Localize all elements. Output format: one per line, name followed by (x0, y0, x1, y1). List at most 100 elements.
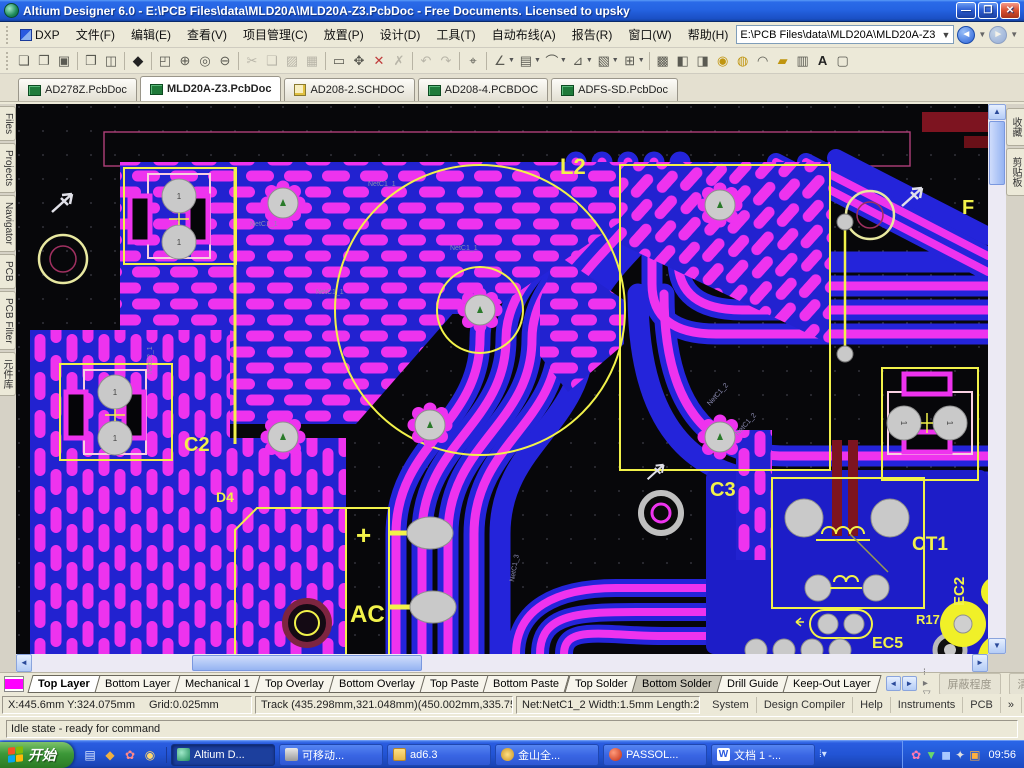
panel-tab-projects[interactable]: Projects (0, 143, 16, 193)
ring-pad[interactable] (641, 493, 681, 533)
forward-dropdown-icon[interactable]: ▼ (1010, 30, 1018, 39)
via-l2-center[interactable] (458, 288, 503, 333)
ct1-pad[interactable] (785, 499, 823, 537)
layer-tab-top-solder[interactable]: Top Solder (564, 675, 638, 693)
clear-mask-button[interactable]: 清除 (1009, 673, 1024, 695)
mounting-hole[interactable] (285, 601, 329, 645)
tray-green-icon[interactable]: ▼ (925, 748, 937, 762)
help-panels-button[interactable]: Help (853, 697, 891, 713)
save-document-button[interactable]: ▣ (54, 51, 74, 71)
dropdown-caret-icon[interactable]: ▼ (508, 57, 515, 64)
back-dropdown-icon[interactable]: ▼ (978, 30, 986, 39)
scroll-right-icon[interactable]: ► (972, 654, 988, 672)
connector-pad[interactable] (818, 614, 838, 634)
taskbar-app-altium[interactable]: Altium D... (171, 744, 275, 766)
zoom-window-button[interactable]: ◰ (155, 51, 175, 71)
layer-tab-drill-guide[interactable]: Drill Guide (716, 675, 789, 693)
undo-button[interactable]: ↶ (416, 51, 436, 71)
dropdown-caret-icon[interactable]: ▼ (534, 57, 541, 64)
clear-filter-button[interactable]: ✕ (369, 51, 389, 71)
tray-network-icon[interactable]: ◼ (941, 748, 951, 762)
maximize-button[interactable]: ❐ (978, 2, 998, 19)
layer-tab-keep-out[interactable]: Keep-Out Layer (783, 675, 882, 693)
dropdown-caret-icon[interactable]: ▼ (560, 57, 567, 64)
system-panels-button[interactable]: System (705, 697, 757, 713)
place-pad-button[interactable]: ◉ (713, 51, 733, 71)
panel-tab-favorites[interactable]: 收藏 (1006, 108, 1024, 146)
layer-tab-top-layer[interactable]: Top Layer (27, 675, 100, 693)
layer-scroll-right-icon[interactable]: ► (902, 676, 917, 691)
paste-recall-button[interactable]: ▧ (594, 51, 614, 71)
horizontal-scrollbar[interactable]: ◄ ► (16, 654, 988, 672)
dropdown-caret-icon[interactable]: ▼ (638, 57, 645, 64)
layer-tab-mechanical-1[interactable]: Mechanical 1 (175, 675, 261, 693)
taskbar-app-passol[interactable]: PASSOL... (603, 744, 707, 766)
quick-launch-media-icon[interactable]: ◆ (102, 747, 118, 763)
layer-sets-button[interactable]: ▤ (516, 51, 536, 71)
place-component-button[interactable]: ◧ (673, 51, 693, 71)
place-fill-button[interactable]: ▰ (773, 51, 793, 71)
copy-button[interactable]: ❑ (262, 51, 282, 71)
tray-volume-icon[interactable]: ✦ (955, 748, 965, 762)
grid-settings-button[interactable]: ⊞ (620, 51, 640, 71)
new-document-button[interactable]: ❏ (14, 51, 34, 71)
deselect-all-button[interactable]: ✗ (389, 51, 409, 71)
tray-av-icon[interactable]: ✿ (911, 748, 921, 762)
panel-tab-navigator[interactable]: Navigator (0, 195, 16, 252)
menu-edit[interactable]: 编辑(E) (123, 23, 179, 46)
pad[interactable] (837, 214, 853, 230)
interactive-routing-button[interactable]: ∠ (490, 51, 510, 71)
place-region-button[interactable]: ▢ (833, 51, 853, 71)
layer-tab-top-paste[interactable]: Top Paste (419, 675, 489, 693)
menu-file[interactable]: 文件(F) (68, 23, 123, 46)
panel-tab-clipboard[interactable]: 剪贴板 (1006, 148, 1024, 196)
doc-tab-ad208-2[interactable]: AD208-2.SCHDOC (284, 78, 414, 101)
layer-tab-bottom-layer[interactable]: Bottom Layer (94, 675, 181, 693)
address-combobox[interactable]: E:\PCB Files\data\MLD20A\MLD20A-Z3▼ (736, 25, 954, 44)
taskbar-app-word-document[interactable]: W文档 1 -... (711, 744, 815, 766)
chevron-down-icon[interactable]: ▼ (941, 30, 950, 40)
menu-dxp[interactable]: DXP (12, 25, 68, 45)
forward-button[interactable]: ► (989, 26, 1007, 44)
more-panels-button[interactable]: » (1001, 697, 1022, 713)
horizontal-scroll-thumb[interactable] (192, 655, 422, 671)
quick-launch-notes-icon[interactable]: ▤ (82, 747, 98, 763)
vertical-scrollbar[interactable]: ▲ ▼ (988, 104, 1006, 654)
close-button[interactable]: ✕ (1000, 2, 1020, 19)
menu-design[interactable]: 设计(D) (372, 23, 429, 46)
via[interactable] (261, 181, 306, 226)
oval-pad[interactable] (410, 591, 456, 623)
open-document-button[interactable]: ❐ (34, 51, 54, 71)
dropdown-caret-icon[interactable]: ▼ (612, 57, 619, 64)
paste-array-button[interactable]: ▦ (302, 51, 322, 71)
via[interactable] (408, 403, 453, 448)
ct1-pad[interactable] (805, 575, 831, 601)
via[interactable] (698, 415, 743, 460)
place-via-button[interactable]: ◍ (733, 51, 753, 71)
instruments-panels-button[interactable]: Instruments (891, 697, 963, 713)
menu-view[interactable]: 查看(V) (179, 23, 235, 46)
device-view-button[interactable]: ◆ (128, 51, 148, 71)
scroll-up-icon[interactable]: ▲ (988, 104, 1006, 120)
menu-help[interactable]: 帮助(H) (680, 23, 737, 46)
place-string-button[interactable]: A (813, 51, 833, 71)
place-part-button[interactable]: ◨ (693, 51, 713, 71)
scroll-track[interactable] (988, 186, 1006, 638)
measure-button[interactable]: ⊿ (568, 51, 588, 71)
pad[interactable] (837, 346, 853, 362)
doc-tab-mld20a-z3[interactable]: MLD20A-Z3.PcbDoc (140, 76, 282, 101)
menu-place[interactable]: 放置(P) (316, 23, 372, 46)
place-array-button[interactable]: ▥ (793, 51, 813, 71)
find-similar-button[interactable]: ⌖ (463, 51, 483, 71)
dropdown-caret-icon[interactable]: ▼ (586, 57, 593, 64)
zoom-document-button[interactable]: ◎ (195, 51, 215, 71)
taskbar-app-removable-disk[interactable]: 可移动... (279, 744, 383, 766)
taskbar-app-ad63-folder[interactable]: ad6.3 (387, 744, 491, 766)
layer-tab-bottom-solder[interactable]: Bottom Solder (632, 675, 723, 693)
doc-tab-adfs-sd[interactable]: ADFS-SD.PcbDoc (551, 78, 678, 101)
scroll-down-icon[interactable]: ▼ (988, 638, 1006, 654)
place-room-button[interactable]: ▩ (653, 51, 673, 71)
layer-tab-bottom-paste[interactable]: Bottom Paste (483, 675, 570, 693)
vertical-scroll-thumb[interactable] (989, 121, 1005, 185)
move-selection-button[interactable]: ✥ (349, 51, 369, 71)
